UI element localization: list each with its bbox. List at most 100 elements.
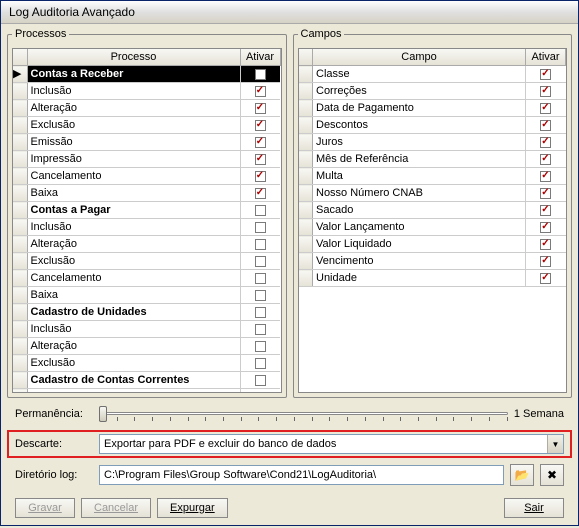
content-area: Processos Processo Ativar ▶Contas a Rece… [1,24,578,528]
row-label: Valor Liquidado [313,236,526,253]
table-row[interactable]: Baixa [13,185,280,202]
activate-checkbox[interactable] [255,290,266,301]
activate-checkbox[interactable] [255,120,266,131]
table-row[interactable]: Exclusão [13,253,280,270]
table-row[interactable]: Alteração [13,100,280,117]
title-bar[interactable]: Log Auditoria Avançado [1,1,578,24]
descarte-dropdown-button[interactable]: ▼ [547,435,563,453]
campos-header-name[interactable]: Campo [313,49,526,66]
activate-checkbox[interactable] [255,171,266,182]
activate-checkbox[interactable] [540,273,551,284]
table-row[interactable]: Nosso Número CNAB [299,185,566,202]
row-indicator [299,100,313,117]
table-row[interactable]: Cadastro de Unidades [13,304,280,321]
table-row[interactable]: Contas a Pagar [13,202,280,219]
table-row[interactable]: Multa [299,168,566,185]
table-row[interactable]: Classe [299,66,566,83]
row-label: Alteração [27,100,240,117]
table-row[interactable]: Exclusão [13,117,280,134]
table-row[interactable]: Alteração [13,236,280,253]
row-label: Cadastro de Contas Correntes [27,372,240,389]
activate-checkbox[interactable] [540,86,551,97]
table-row[interactable]: ▶Contas a Receber [13,66,280,83]
activate-checkbox[interactable] [540,120,551,131]
cancelar-button[interactable]: Cancelar [81,498,151,518]
table-row[interactable]: Unidade [299,270,566,287]
table-row[interactable]: Inclusão [13,389,280,394]
table-row[interactable]: Juros [299,134,566,151]
diretorio-input[interactable] [99,465,504,485]
expurgar-button[interactable]: Expurgar [157,498,228,518]
activate-checkbox[interactable] [540,154,551,165]
sair-button[interactable]: Sair [504,498,564,518]
diretorio-row: Diretório log: 📂 ✖ [7,462,572,488]
activate-checkbox[interactable] [255,256,266,267]
processos-header-name[interactable]: Processo [27,49,240,66]
table-row[interactable]: Emissão [13,134,280,151]
browse-folder-button[interactable]: 📂 [510,464,534,486]
slider-thumb[interactable] [99,406,107,422]
row-checkbox-cell [526,117,566,134]
campos-header-activate[interactable]: Ativar [526,49,566,66]
activate-checkbox[interactable] [255,307,266,318]
table-row[interactable]: Cadastro de Contas Correntes [13,372,280,389]
activate-checkbox[interactable] [255,222,266,233]
activate-checkbox[interactable] [255,273,266,284]
activate-checkbox[interactable] [540,171,551,182]
activate-checkbox[interactable] [540,222,551,233]
table-row[interactable]: Data de Pagamento [299,100,566,117]
activate-checkbox[interactable] [255,205,266,216]
permanencia-slider[interactable] [99,404,508,424]
row-checkbox-cell [240,236,280,253]
campos-table-wrap[interactable]: Campo Ativar ClasseCorreçõesData de Paga… [298,48,568,393]
activate-checkbox[interactable] [540,239,551,250]
table-row[interactable]: Cancelamento [13,168,280,185]
activate-checkbox[interactable] [255,86,266,97]
table-row[interactable]: Vencimento [299,253,566,270]
table-row[interactable]: Mês de Referência [299,151,566,168]
activate-checkbox[interactable] [255,69,266,80]
table-row[interactable]: Inclusão [13,83,280,100]
table-row[interactable]: Descontos [299,117,566,134]
activate-checkbox[interactable] [255,188,266,199]
table-row[interactable]: Valor Lançamento [299,219,566,236]
table-row[interactable]: Alteração [13,338,280,355]
activate-checkbox[interactable] [255,239,266,250]
clear-path-button[interactable]: ✖ [540,464,564,486]
table-row[interactable]: Correções [299,83,566,100]
row-checkbox-cell [526,66,566,83]
table-row[interactable]: Inclusão [13,321,280,338]
table-row[interactable]: Baixa [13,287,280,304]
activate-checkbox[interactable] [540,205,551,216]
descarte-combo[interactable]: ▼ [99,434,564,454]
activate-checkbox[interactable] [540,137,551,148]
activate-checkbox[interactable] [255,375,266,386]
activate-checkbox[interactable] [540,188,551,199]
activate-checkbox[interactable] [255,358,266,369]
activate-checkbox[interactable] [255,137,266,148]
activate-checkbox[interactable] [255,324,266,335]
activate-checkbox[interactable] [255,341,266,352]
activate-checkbox[interactable] [255,103,266,114]
table-row[interactable]: Cancelamento [13,270,280,287]
table-row[interactable]: Impressão [13,151,280,168]
row-indicator [13,304,27,321]
activate-checkbox[interactable] [540,256,551,267]
table-row[interactable]: Valor Liquidado [299,236,566,253]
activate-checkbox[interactable] [255,154,266,165]
row-indicator: ▶ [13,66,27,83]
row-indicator [13,202,27,219]
row-label: Alteração [27,338,240,355]
row-indicator [299,117,313,134]
processos-table-wrap[interactable]: Processo Ativar ▶Contas a ReceberInclusã… [12,48,282,393]
table-row[interactable]: Exclusão [13,355,280,372]
table-row[interactable]: Sacado [299,202,566,219]
activate-checkbox[interactable] [540,69,551,80]
activate-checkbox[interactable] [540,103,551,114]
processos-header-activate[interactable]: Ativar [240,49,280,66]
table-row[interactable]: Inclusão [13,219,280,236]
descarte-input[interactable] [100,435,547,453]
gravar-button[interactable]: Gravar [15,498,75,518]
activate-checkbox[interactable] [255,392,266,393]
row-checkbox-cell [240,253,280,270]
